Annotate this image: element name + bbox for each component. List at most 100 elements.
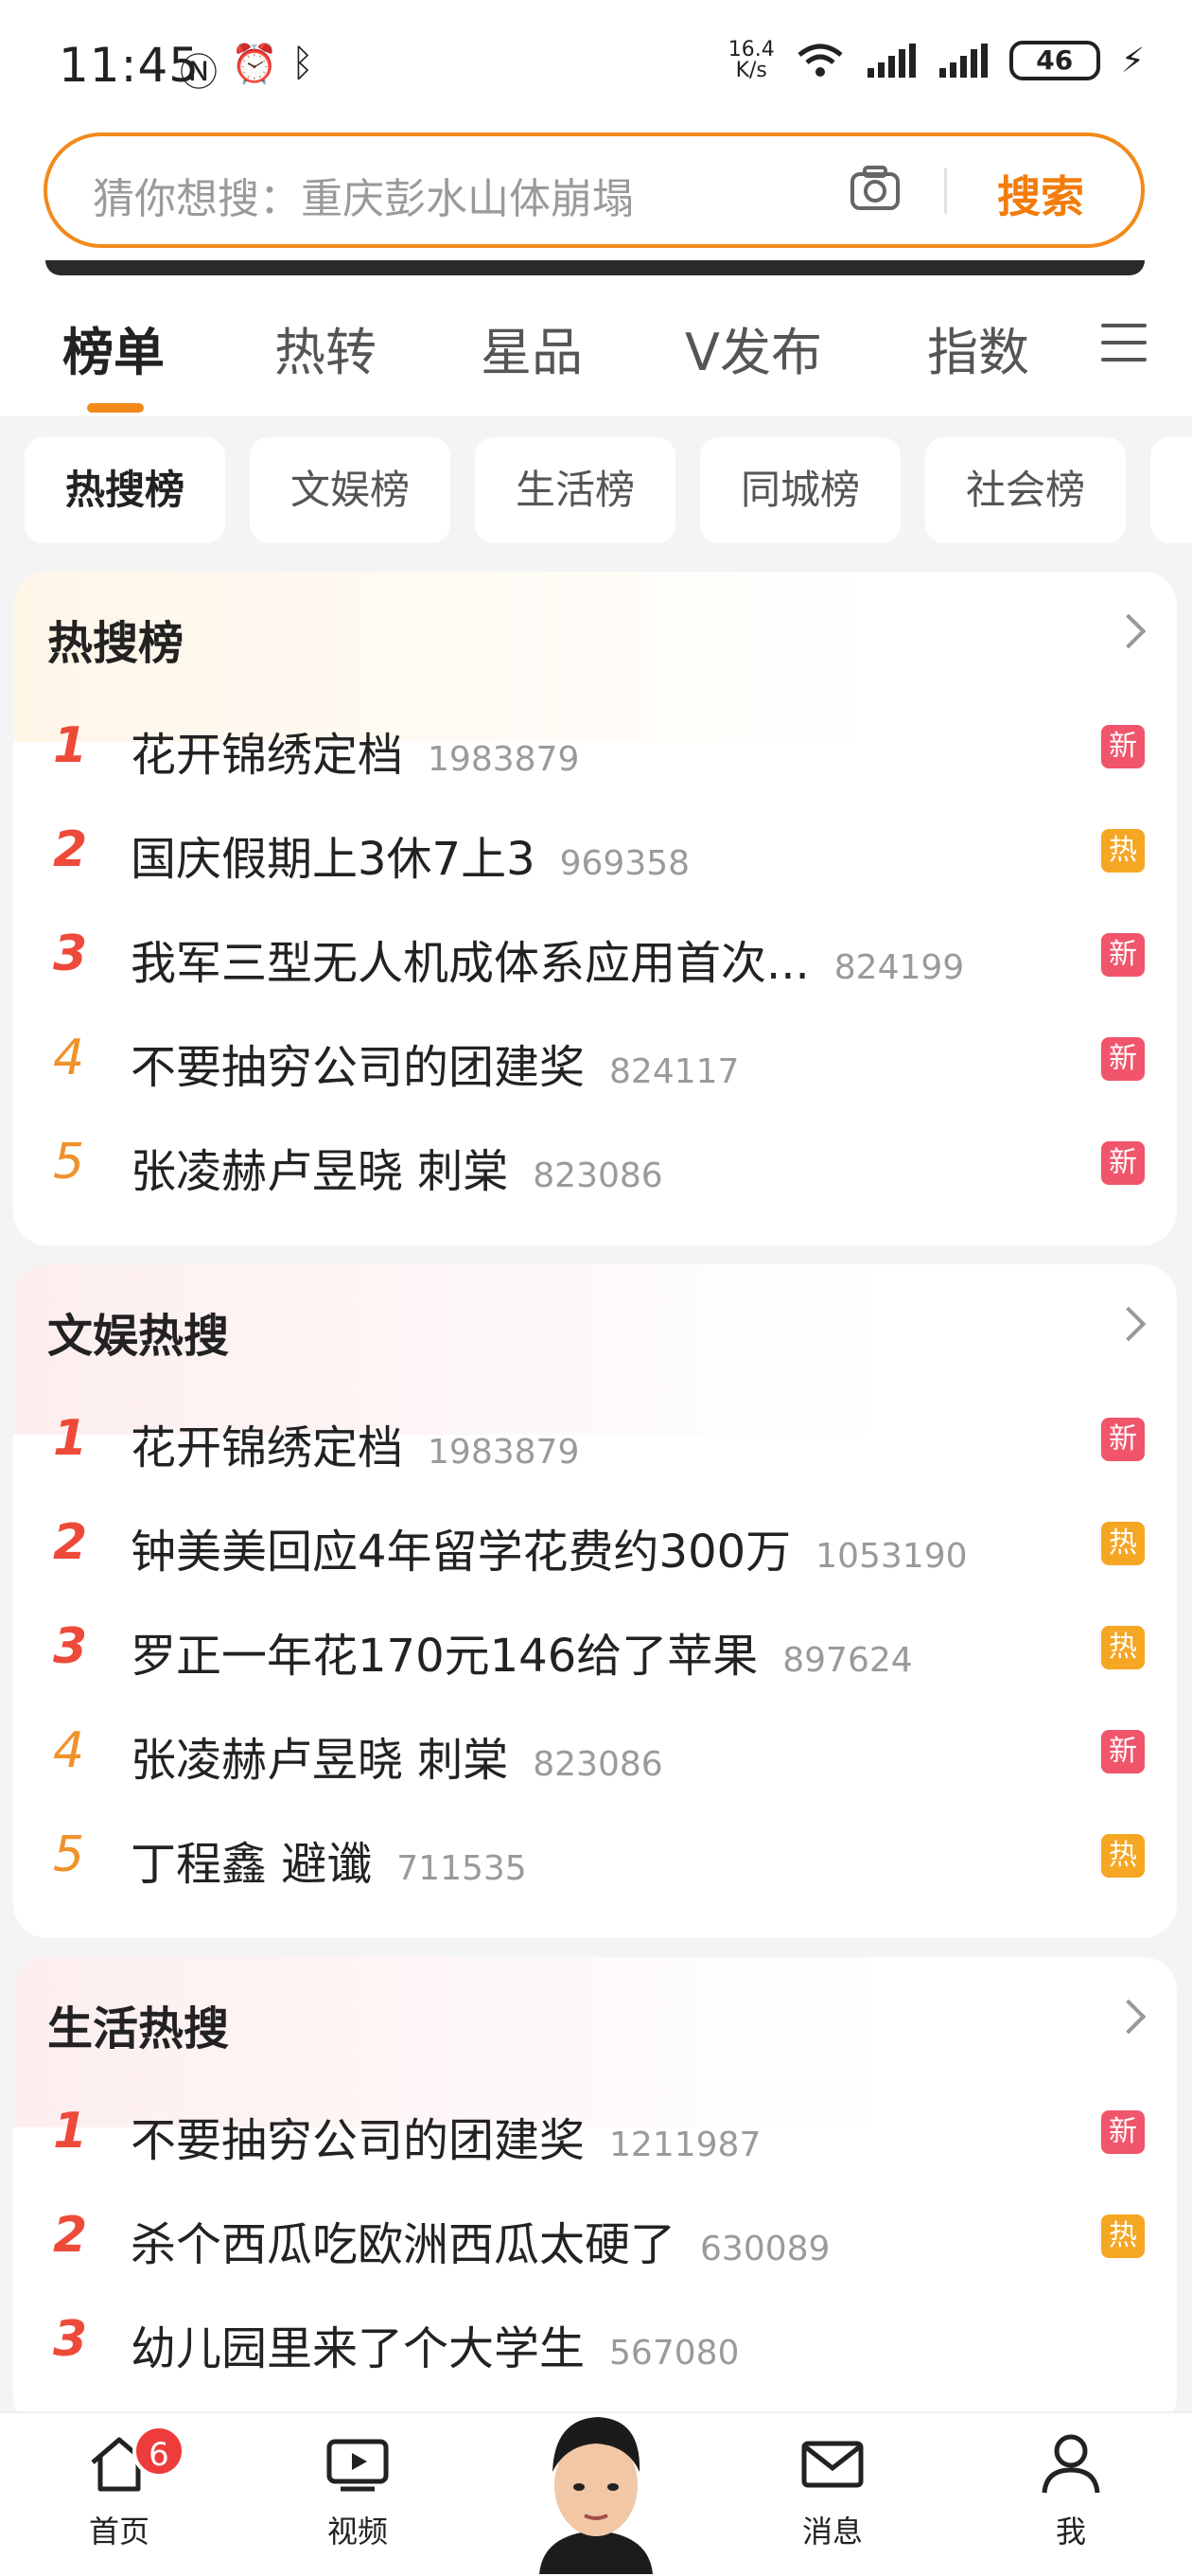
item-title[interactable]: 张凌赫卢昱晓 刺棠	[131, 1134, 508, 1200]
tab-rankings[interactable]: 榜单	[62, 310, 165, 385]
rank-number: 3	[53, 926, 88, 982]
badge-new: 新	[1101, 1730, 1145, 1773]
rank-number: 1	[53, 2103, 88, 2160]
list-item[interactable]: 4 张凌赫卢昱晓 刺棠 823086 新	[13, 1698, 1177, 1802]
chip-society[interactable]: 社会榜	[925, 437, 1126, 543]
status-icons-right: 16.4 K/s 46 ⚡	[728, 40, 1145, 81]
item-title[interactable]: 不要抽穷公司的团建奖	[131, 2103, 585, 2169]
rank-number: 2	[53, 2207, 88, 2264]
list-item[interactable]: 3 罗正一年花170元146给了苹果 897624 热	[13, 1594, 1177, 1698]
tab-hot-repost[interactable]: 热转	[274, 310, 377, 385]
search-button[interactable]: 搜索	[997, 163, 1084, 225]
alarm-icon: ⏰	[231, 43, 278, 86]
item-title[interactable]: 张凌赫卢昱晓 刺棠	[131, 1722, 508, 1789]
camera-icon[interactable]	[850, 165, 901, 212]
list-item[interactable]: 1 花开锦绣定档 1983879 新	[13, 693, 1177, 797]
badge-new: 新	[1101, 1037, 1145, 1081]
avatar[interactable]	[530, 2402, 662, 2574]
nav-me[interactable]: 我	[995, 2430, 1147, 2551]
status-time: 11:45	[59, 38, 201, 93]
tab-v-publish[interactable]: V发布	[685, 310, 822, 385]
badge-hot: 热	[1101, 829, 1145, 873]
chip-life[interactable]: 生活榜	[475, 437, 675, 543]
item-count: 1211987	[609, 2126, 762, 2164]
menu-icon[interactable]	[1101, 324, 1147, 362]
user-icon[interactable]	[1037, 2430, 1105, 2498]
section-card-life: 生活热搜 1 不要抽穷公司的团建奖 1211987 新 2 杀个西瓜吃欧洲西瓜太硬…	[13, 1957, 1177, 2430]
badge-hot: 热	[1101, 1626, 1145, 1669]
item-count: 567080	[609, 2334, 740, 2373]
item-count: 711535	[396, 1849, 527, 1888]
item-title[interactable]: 幼儿园里来了个大学生	[131, 2311, 585, 2377]
rank-number: 2	[53, 821, 88, 878]
banner-strip	[45, 260, 1145, 275]
list-item[interactable]: 2 钟美美回应4年留学花费约300万 1053190 热	[13, 1490, 1177, 1594]
chip-local[interactable]: 同城榜	[700, 437, 901, 543]
mail-icon[interactable]	[798, 2430, 867, 2498]
list-item[interactable]: 2 杀个西瓜吃欧洲西瓜太硬了 630089 热	[13, 2182, 1177, 2286]
chip-hot-search[interactable]: 热搜榜	[25, 437, 225, 543]
signal-icon-2	[938, 44, 988, 78]
item-count: 630089	[700, 2230, 831, 2268]
section-title[interactable]: 热搜榜	[47, 606, 184, 672]
active-tab-indicator	[87, 403, 144, 413]
tab-index[interactable]: 指数	[927, 310, 1029, 385]
rank-number: 1	[53, 1410, 88, 1467]
list-item[interactable]: 3 幼儿园里来了个大学生 567080	[13, 2286, 1177, 2391]
item-title[interactable]: 罗正一年花170元146给了苹果	[131, 1618, 758, 1685]
section-title[interactable]: 文娱热搜	[47, 1298, 229, 1365]
category-chips: 热搜榜 文娱榜 生活榜 同城榜 社会榜	[0, 437, 1192, 543]
wifi-icon	[798, 44, 843, 77]
item-count: 823086	[533, 1745, 663, 1784]
nav-messages[interactable]: 消息	[757, 2430, 908, 2551]
item-title[interactable]: 花开锦绣定档	[131, 1410, 403, 1476]
list-item[interactable]: 1 不要抽穷公司的团建奖 1211987 新	[13, 2078, 1177, 2182]
item-count: 1053190	[815, 1537, 968, 1576]
item-count: 823086	[533, 1156, 663, 1195]
section-card-hot-search: 热搜榜 1 花开锦绣定档 1983879 新 2 国庆假期上3休7上3 969358…	[13, 572, 1177, 1245]
item-title[interactable]: 钟美美回应4年留学花费约300万	[131, 1514, 791, 1580]
list-item[interactable]: 1 花开锦绣定档 1983879 新	[13, 1385, 1177, 1490]
search-placeholder[interactable]: 猜你想搜：重庆彭水山体崩塌	[93, 165, 634, 225]
section-title[interactable]: 生活热搜	[47, 1991, 229, 2057]
tab-star-products[interactable]: 星品	[481, 310, 583, 385]
list-item[interactable]: 3 我军三型无人机成体系应用首次... 824199 新	[13, 901, 1177, 1005]
rank-number: 3	[53, 2311, 88, 2368]
net-speed-unit: K/s	[735, 59, 767, 82]
signal-icon	[867, 44, 916, 78]
list-item[interactable]: 5 张凌赫卢昱晓 刺棠 823086 新	[13, 1109, 1177, 1213]
item-count: 1983879	[428, 740, 580, 779]
nav-home[interactable]: 6 首页	[44, 2425, 195, 2551]
item-count: 824199	[833, 948, 965, 987]
net-speed-value: 16.4	[727, 38, 775, 62]
item-title[interactable]: 我军三型无人机成体系应用首次...	[131, 926, 810, 992]
item-title[interactable]: 不要抽穷公司的团建奖	[131, 1030, 585, 1096]
charging-icon: ⚡	[1120, 41, 1145, 80]
item-count: 969358	[559, 844, 691, 883]
status-icons-left: Ⓝ ⏰ ᛒ	[180, 42, 314, 97]
item-title[interactable]: 丁程鑫 避谶	[131, 1826, 372, 1893]
list-item[interactable]: 4 不要抽穷公司的团建奖 824117 新	[13, 1005, 1177, 1109]
search-bar[interactable]: 猜你想搜：重庆彭水山体崩塌 搜索	[44, 132, 1145, 248]
badge-hot: 热	[1101, 1834, 1145, 1878]
item-title[interactable]: 国庆假期上3休7上3	[131, 821, 535, 888]
badge-new: 新	[1101, 725, 1145, 768]
item-title[interactable]: 花开锦绣定档	[131, 717, 403, 784]
nav-video[interactable]: 视频	[282, 2430, 433, 2551]
rank-number: 1	[53, 717, 88, 774]
nfc-icon: Ⓝ	[180, 51, 218, 95]
list-item[interactable]: 5 丁程鑫 避谶 711535 热	[13, 1802, 1177, 1906]
list-item[interactable]: 2 国庆假期上3休7上3 969358 热	[13, 797, 1177, 901]
badge-new: 新	[1101, 1141, 1145, 1185]
search-divider	[944, 168, 947, 214]
chip-entertainment[interactable]: 文娱榜	[250, 437, 450, 543]
badge-new: 新	[1101, 933, 1145, 977]
chip-more[interactable]	[1150, 437, 1192, 543]
badge-new: 新	[1101, 1418, 1145, 1461]
badge-hot: 热	[1101, 2214, 1145, 2258]
rank-number: 4	[53, 1030, 85, 1086]
item-count: 897624	[782, 1641, 913, 1680]
video-icon[interactable]	[324, 2430, 392, 2498]
item-title[interactable]: 杀个西瓜吃欧洲西瓜太硬了	[131, 2207, 675, 2273]
badge-new: 新	[1101, 2110, 1145, 2154]
